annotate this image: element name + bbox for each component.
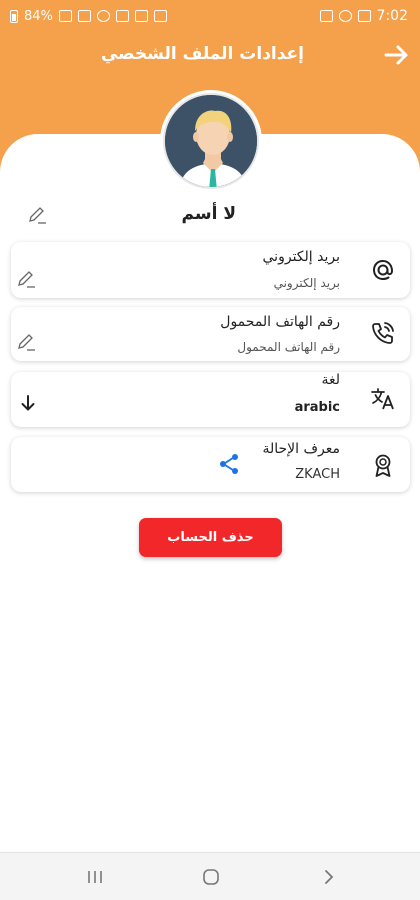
- arrow-down-icon: [21, 395, 35, 411]
- profile-name-row: لا أسم: [0, 200, 420, 230]
- recent-apps-icon: [88, 871, 102, 883]
- phone-call-icon: [368, 318, 398, 348]
- edit-name-button[interactable]: [26, 204, 48, 226]
- chevron-right-icon: [325, 870, 334, 884]
- back-nav-button[interactable]: [316, 865, 342, 889]
- language-dropdown-button[interactable]: [19, 394, 41, 416]
- language-value: arabic: [294, 400, 340, 415]
- pencil-icon: [18, 271, 35, 288]
- pencil-icon: [18, 334, 35, 351]
- system-navigation-bar: [0, 852, 420, 900]
- recent-apps-button[interactable]: [82, 865, 108, 889]
- home-button[interactable]: [198, 865, 224, 889]
- share-icon: [220, 454, 238, 474]
- delete-account-button[interactable]: حذف الحساب: [139, 518, 282, 557]
- award-ribbon-icon: [368, 450, 398, 480]
- edit-email-button[interactable]: [15, 268, 37, 290]
- sim-icon-2: [77, 10, 91, 22]
- clock: 7:02: [376, 8, 408, 24]
- battery-icon: [10, 9, 18, 23]
- mute-icon: [115, 10, 129, 22]
- share-referral-button[interactable]: [217, 452, 241, 476]
- email-card[interactable]: بريد إلكتروني بريد إلكتروني: [11, 242, 410, 298]
- home-icon: [203, 869, 219, 885]
- clipboard-icon: [153, 10, 167, 22]
- status-bar: 84% 7:02: [0, 0, 420, 32]
- notification-icon: [134, 10, 148, 22]
- phone-value: رقم الهاتف المحمول: [237, 340, 340, 354]
- language-title: لغة: [321, 372, 340, 388]
- referral-card: معرف الإحالة ZKACH: [11, 437, 410, 492]
- wifi-icon: [96, 10, 110, 22]
- arrow-right-icon: [384, 45, 408, 65]
- page-title: إعدادات الملف الشخصي: [100, 44, 304, 64]
- phone-title: رقم الهاتف المحمول: [220, 314, 340, 330]
- pencil-icon: [29, 207, 46, 224]
- email-title: بريد إلكتروني: [262, 249, 340, 265]
- avatar[interactable]: [160, 90, 262, 192]
- translate-icon: [368, 384, 398, 414]
- at-sign-icon: [368, 255, 398, 285]
- sync-icon: [338, 10, 352, 22]
- referral-value: ZKACH: [295, 467, 340, 482]
- email-value: بريد إلكتروني: [273, 276, 340, 290]
- battery-percent: 84%: [24, 8, 53, 24]
- language-card[interactable]: لغة arabic: [11, 372, 410, 427]
- alarm-icon: [357, 10, 371, 22]
- sim-icon: [58, 10, 72, 22]
- referral-title: معرف الإحالة: [262, 441, 340, 457]
- back-button[interactable]: [382, 40, 412, 70]
- check-icon: [319, 10, 333, 22]
- phone-card[interactable]: رقم الهاتف المحمول رقم الهاتف المحمول: [11, 307, 410, 361]
- user-avatar-icon: [165, 95, 257, 187]
- edit-phone-button[interactable]: [15, 331, 37, 353]
- top-app-bar: إعدادات الملف الشخصي: [0, 32, 420, 80]
- profile-name: لا أسم: [181, 204, 236, 224]
